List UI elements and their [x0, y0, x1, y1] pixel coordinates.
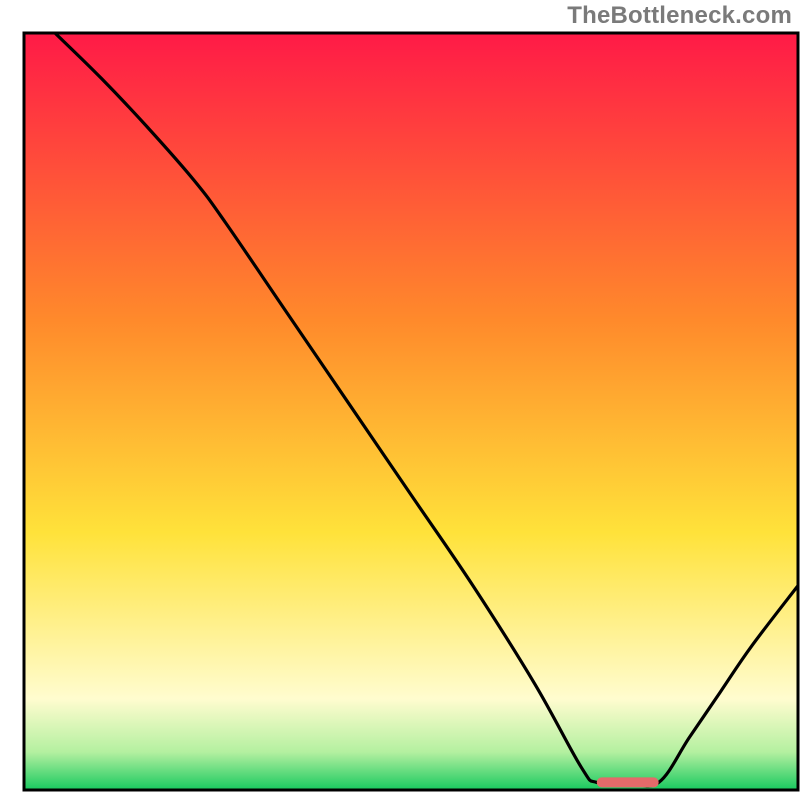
chart-svg [0, 0, 800, 800]
watermark-text: TheBottleneck.com [567, 2, 792, 30]
chart-canvas: TheBottleneck.com [0, 0, 800, 800]
gradient-background [24, 33, 798, 790]
trough-marker [597, 777, 659, 787]
